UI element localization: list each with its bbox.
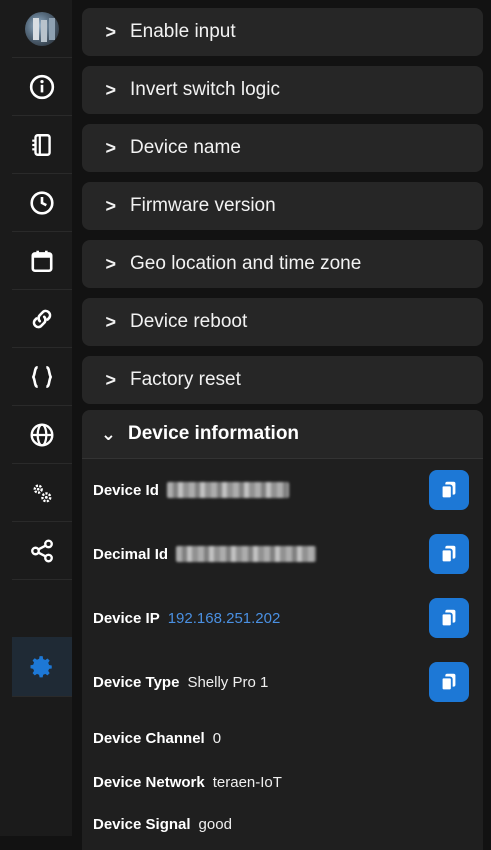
accordion-label: Invert switch logic [130, 79, 280, 100]
accordion-firmware-version[interactable]: > Firmware version [82, 182, 483, 230]
sidebar-item-info[interactable] [12, 58, 72, 116]
avatar [25, 11, 59, 46]
info-key: Device Signal [93, 815, 191, 833]
redacted-value [176, 546, 317, 562]
accordion-device-reboot[interactable]: > Device reboot [82, 298, 483, 346]
info-row-device-channel: Device Channel 0 [93, 720, 469, 756]
link-icon [32, 309, 52, 328]
accordion-label: Device name [130, 137, 241, 158]
clock-icon [30, 190, 54, 215]
copy-icon [440, 481, 456, 500]
settings-panel: > Enable input > Invert switch logic > D… [82, 0, 485, 850]
info-row-device-type: Device Type Shelly Pro 1 [93, 662, 469, 702]
info-row-device-signal: Device Signal good [93, 806, 469, 842]
chevron-right-icon: > [105, 253, 116, 274]
info-key: Device Network [93, 773, 205, 791]
chevron-right-icon: > [105, 21, 116, 42]
accordion-label: Device reboot [130, 311, 248, 332]
code-braces-icon [31, 365, 53, 388]
chevron-down-icon: ⌄ [100, 423, 116, 444]
info-key: Device Channel [93, 729, 205, 747]
info-row-device-network: Device Network teraen-IoT [93, 764, 469, 800]
copy-button-device-id[interactable] [429, 470, 469, 510]
accordion-invert-switch-logic[interactable]: > Invert switch logic [82, 66, 483, 114]
sidebar [0, 0, 72, 836]
chevron-right-icon: > [105, 79, 116, 100]
settings-gears-icon [33, 484, 52, 502]
accordion-label: Enable input [130, 21, 236, 42]
info-key: Decimal Id [93, 545, 169, 563]
copy-button-device-type[interactable] [429, 662, 469, 702]
chevron-right-icon: > [105, 137, 116, 158]
accordion-device-information: ⌄ Device information Device Id Decimal I… [82, 410, 483, 850]
accordion-device-name[interactable]: > Device name [82, 124, 483, 172]
copy-button-decimal-id[interactable] [429, 534, 469, 574]
sidebar-item-code[interactable] [12, 348, 72, 406]
info-icon [29, 74, 55, 99]
sidebar-item-link[interactable] [12, 290, 72, 348]
sidebar-item-globe[interactable] [12, 406, 72, 464]
redacted-value [166, 482, 289, 498]
chevron-right-icon: > [105, 195, 116, 216]
accordion-enable-input[interactable]: > Enable input [82, 8, 483, 56]
calendar-icon [31, 250, 53, 272]
gear-icon [30, 655, 52, 677]
sidebar-item-clock[interactable] [12, 174, 72, 232]
info-value: 0 [212, 729, 222, 747]
sidebar-item-advanced-settings[interactable] [12, 464, 72, 522]
sidebar-item-share[interactable] [12, 522, 72, 580]
chevron-right-icon: > [105, 311, 116, 332]
accordion-label: Firmware version [130, 195, 276, 216]
info-row-device-id: Device Id [93, 470, 469, 510]
sidebar-item-calendar[interactable] [12, 232, 72, 290]
info-value: good [198, 815, 232, 833]
device-ip-link[interactable]: 192.168.251.202 [168, 610, 281, 627]
accordion-factory-reset[interactable]: > Factory reset [82, 356, 483, 404]
copy-button-device-ip[interactable] [429, 598, 469, 638]
sidebar-item-device[interactable] [12, 116, 72, 174]
copy-icon [440, 673, 456, 692]
info-row-decimal-id: Decimal Id [93, 534, 469, 574]
sidebar-item-settings[interactable] [12, 637, 72, 697]
accordion-label: Geo location and time zone [130, 253, 362, 274]
info-value: teraen-IoT [212, 773, 282, 791]
info-value: Shelly Pro 1 [187, 673, 269, 691]
info-row-device-ip: Device IP 192.168.251.202 [93, 598, 469, 638]
globe-icon [30, 423, 54, 446]
info-key: Device IP [93, 609, 160, 627]
copy-icon [440, 545, 456, 564]
info-key: Device Id [93, 481, 159, 499]
accordion-header-device-information[interactable]: ⌄ Device information [82, 410, 483, 459]
copy-icon [440, 609, 456, 628]
accordion-geo-location[interactable]: > Geo location and time zone [82, 240, 483, 288]
accordion-label: Device information [128, 423, 300, 444]
share-icon [31, 539, 53, 562]
device-icon [32, 133, 51, 156]
info-key: Device Type [93, 673, 180, 691]
chevron-right-icon: > [105, 369, 116, 390]
sidebar-item-avatar[interactable] [12, 0, 72, 58]
accordion-label: Factory reset [130, 369, 241, 390]
